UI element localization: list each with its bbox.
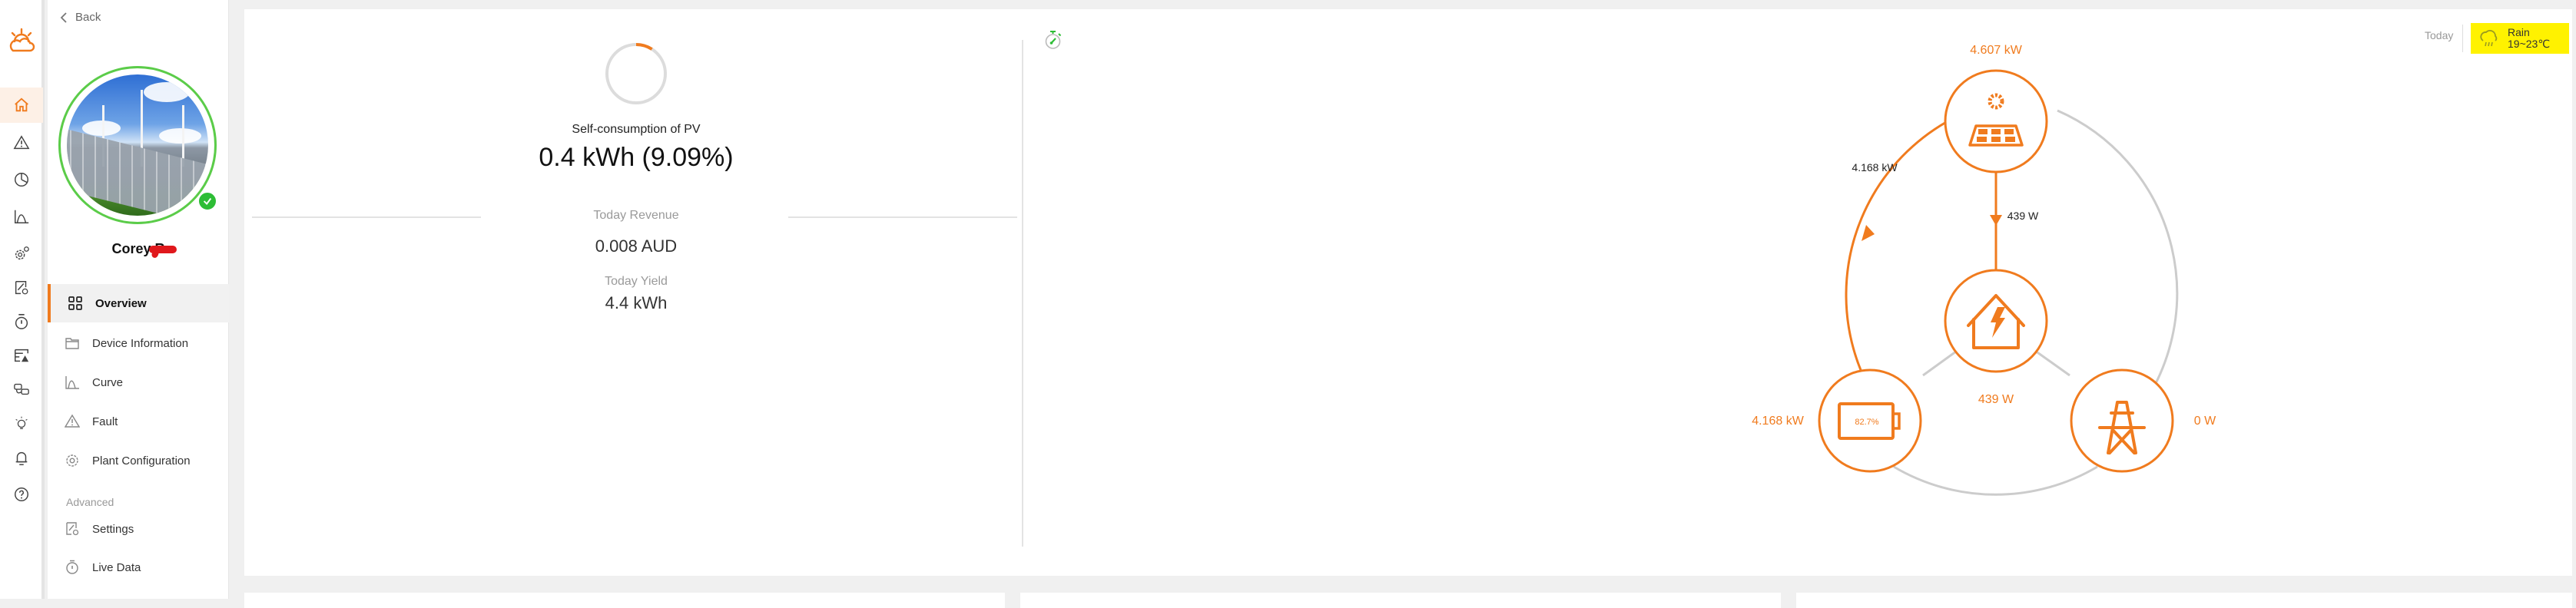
bottom-card-1 — [244, 593, 1005, 608]
lightbulb-icon — [15, 416, 28, 429]
bell-icon — [15, 452, 28, 465]
today-yield-value: 4.4 kWh — [605, 293, 668, 312]
device-nav-panel: Back Corey R Overview Device Information… — [48, 0, 229, 599]
curve-icon — [65, 376, 79, 389]
curve-icon — [15, 210, 29, 223]
pv-to-battery-label: 4.168 kW — [1852, 161, 1898, 173]
vertical-divider — [1022, 40, 1023, 547]
rail-alarm[interactable] — [0, 125, 43, 160]
back-button[interactable]: Back — [60, 11, 101, 24]
pv-battery-flow-arrow — [1862, 225, 1875, 241]
log-warning-icon — [15, 349, 29, 362]
nav-item-label: Settings — [92, 522, 134, 536]
grid-node — [2070, 368, 2174, 473]
live-stopwatch-icon[interactable] — [1042, 29, 1065, 52]
plant-avatar — [58, 66, 217, 224]
self-consumption-label: Self-consumption of PV — [572, 123, 701, 136]
bottom-card-3 — [1796, 593, 2572, 608]
rail-device-settings[interactable] — [0, 236, 43, 271]
warning-triangle-icon — [13, 135, 30, 150]
battery-node: 82.7% — [1818, 368, 1922, 473]
nav-item-plant-configuration[interactable]: Plant Configuration — [48, 441, 229, 480]
sun-cloud-logo-icon — [9, 28, 35, 52]
rail-live-data[interactable] — [0, 304, 43, 339]
rail-fault-log[interactable] — [0, 338, 43, 373]
pv-to-home-label: 439 W — [2007, 210, 2039, 222]
rail-tips[interactable] — [0, 405, 43, 441]
nav-item-label: Live Data — [92, 560, 141, 574]
weather-temperature: 19~23℃ — [2508, 38, 2551, 50]
today-yield-label: Today Yield — [605, 275, 668, 288]
rail-home[interactable] — [0, 88, 43, 123]
rain-cloud-icon — [2480, 30, 2498, 47]
icon-rail — [0, 0, 45, 599]
nav-item-fault[interactable]: Fault — [48, 402, 229, 441]
rail-parameter-settings[interactable] — [0, 270, 43, 306]
folder-icon — [65, 338, 79, 349]
nav-item-overview[interactable]: Overview — [48, 284, 229, 322]
energy-flow-diagram: 82.7% 4.607 kW 4.168 kW 439 W 439 W 4.16… — [1752, 44, 2216, 496]
stopwatch-icon — [66, 560, 78, 574]
grid-power-label: 0 W — [2194, 415, 2216, 428]
nav-item-settings[interactable]: Settings — [48, 510, 229, 548]
online-status-badge — [197, 191, 217, 211]
nav-item-label: Plant Configuration — [92, 454, 191, 468]
nav-item-label: Overview — [95, 296, 147, 310]
stopwatch-icon — [15, 314, 28, 329]
pv-node — [1944, 69, 2048, 173]
back-label: Back — [75, 11, 101, 24]
divider-right — [788, 216, 1017, 218]
rail-help[interactable] — [0, 477, 43, 512]
warning-triangle-icon — [65, 414, 80, 428]
settings-doc-icon — [66, 522, 79, 536]
nav-item-label: Device Information — [92, 336, 189, 350]
self-consumption-value: 0.4 kWh (9.09%) — [539, 143, 734, 172]
nav-item-label: Curve — [92, 375, 124, 389]
home-icon — [15, 97, 28, 112]
pv-power-label: 4.607 kW — [1970, 44, 2022, 57]
grid-icon — [68, 296, 82, 310]
rail-notifications[interactable] — [0, 441, 43, 476]
self-consumption-ring — [605, 43, 667, 104]
home-load-label: 439 W — [1978, 393, 2014, 406]
divider-left — [252, 216, 481, 218]
today-revenue-label: Today Revenue — [593, 209, 679, 222]
pv-home-flow-arrow — [1990, 215, 2002, 226]
help-circle-icon — [15, 487, 28, 501]
nav-item-curve[interactable]: Curve — [48, 363, 229, 401]
battery-grid-link — [1893, 465, 2098, 496]
plant-photo — [67, 74, 208, 216]
home-node — [1944, 269, 2048, 373]
plant-owner-name: Corey R — [111, 241, 165, 256]
weather-divider — [2462, 25, 2463, 52]
weather-widget: Rain 19~23℃ — [2471, 23, 2569, 54]
settings-doc-icon — [15, 281, 28, 295]
bottom-card-2 — [1020, 593, 1781, 608]
today-revenue-value: 0.008 AUD — [595, 236, 678, 256]
nav-item-label: Fault — [92, 415, 118, 428]
check-icon — [203, 197, 212, 205]
advanced-section-label: Advanced — [66, 496, 114, 508]
period-label[interactable]: Today — [2425, 29, 2453, 41]
device-link-icon — [14, 383, 29, 395]
rail-curve[interactable] — [0, 199, 43, 234]
nav-item-live-data[interactable]: Live Data — [48, 548, 229, 587]
battery-soc-label: 82.7% — [1855, 418, 1878, 427]
pie-chart-icon — [15, 173, 28, 187]
overview-card: Self-consumption of PV 0.4 kWh (9.09%) T… — [244, 9, 2572, 576]
weather-condition: Rain — [2508, 26, 2530, 38]
gears-icon — [15, 246, 29, 260]
rail-statistics[interactable] — [0, 162, 43, 197]
battery-power-label: 4.168 kW — [1752, 415, 1804, 428]
nav-item-device-information[interactable]: Device Information — [48, 324, 229, 362]
chevron-left-icon — [60, 12, 67, 23]
rail-devices[interactable] — [0, 372, 43, 407]
gear-icon — [66, 454, 78, 467]
